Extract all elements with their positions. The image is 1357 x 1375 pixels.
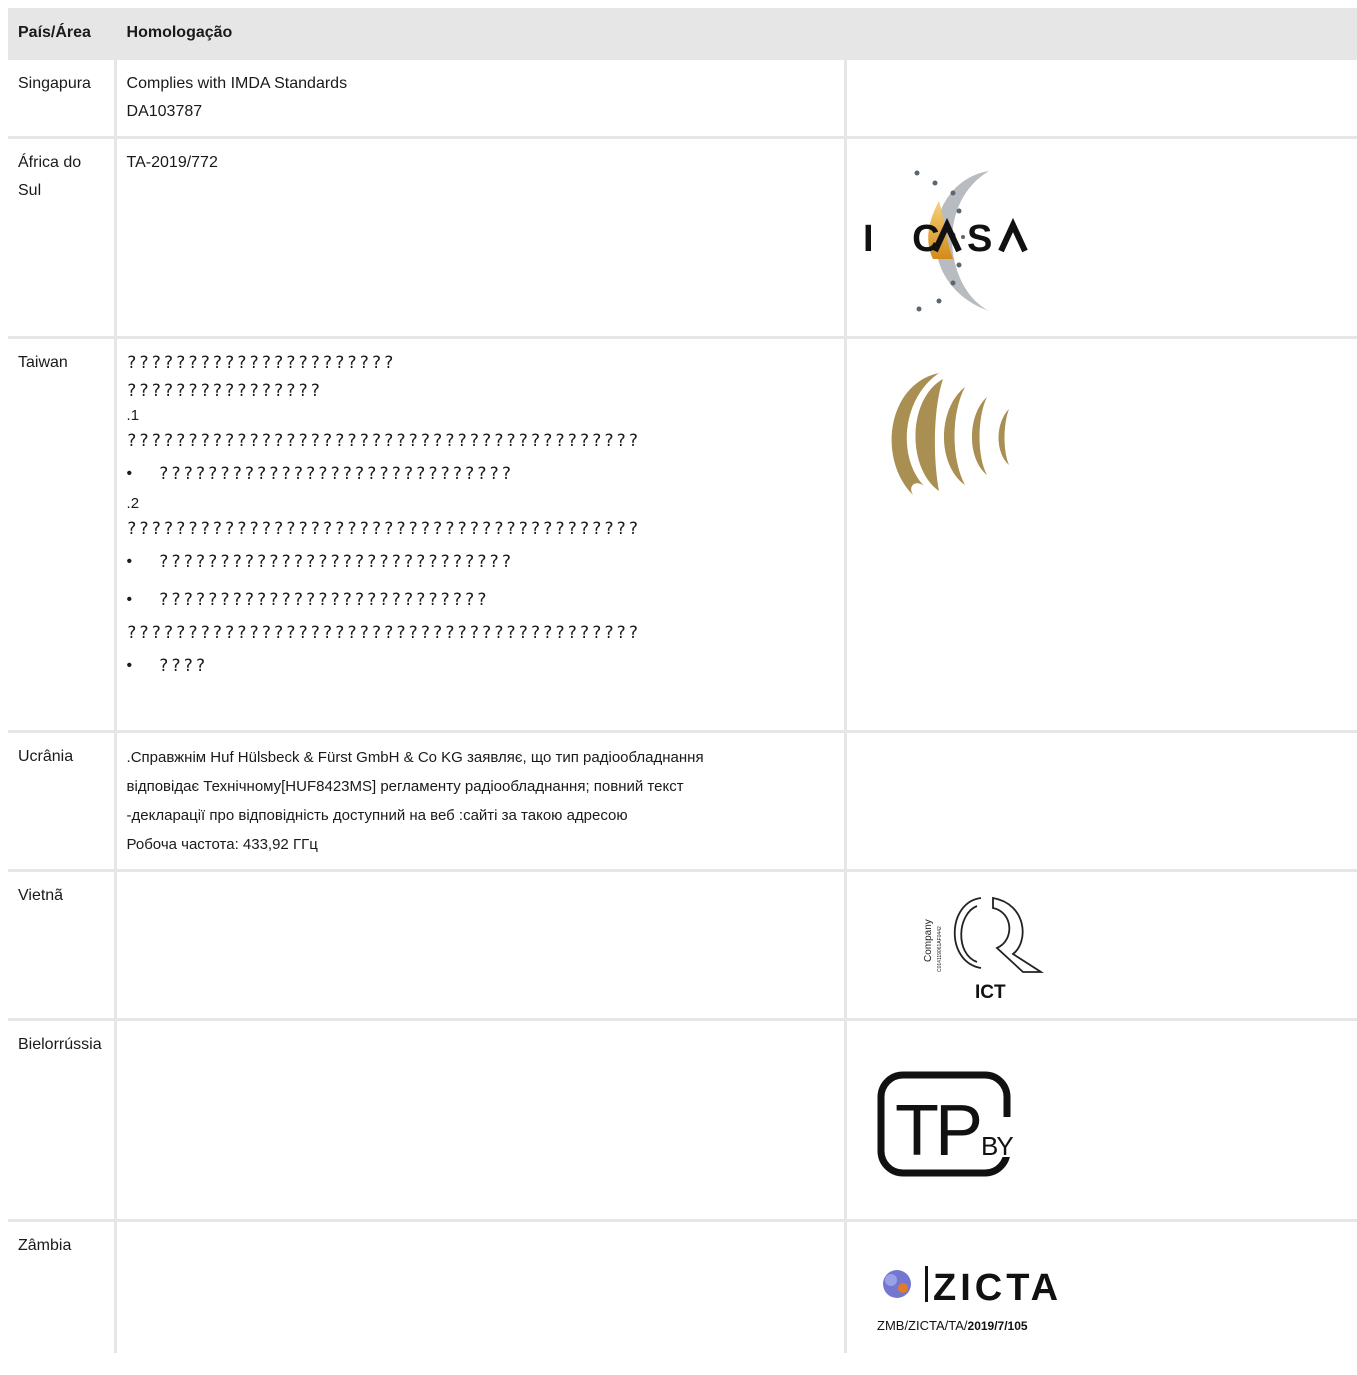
logo-cell: TP BY xyxy=(846,1021,1357,1219)
homologation-table: País/Área Homologação Singapura Complies… xyxy=(5,5,1357,1375)
zicta-logo: ZICTA ZMB/ZICTA/TA/2019/7/105 xyxy=(877,1266,1062,1333)
ict-text: ICT xyxy=(975,982,1006,1003)
homologation-text-cell xyxy=(116,872,844,1018)
ict-logo: Company C014119061AF0442 ICT xyxy=(923,896,1044,1003)
country-cell: África do Sul xyxy=(8,139,114,336)
text-line: DA103787 xyxy=(126,103,203,120)
document-page: País/Área Homologação Singapura Complies… xyxy=(8,8,1357,1372)
tpby-sub: BY xyxy=(981,1131,1013,1161)
text-line: -декларації про відповідність доступний … xyxy=(126,807,628,824)
table-row: Vietnã Company C014119061AF0442 ICT xyxy=(8,872,1357,1018)
list-item: • ????????????????????????????? xyxy=(127,455,834,493)
logo-cell xyxy=(846,339,1357,730)
homologation-text-cell xyxy=(116,1021,844,1219)
table-row: Ucrânia .Справжнім Huf Hülsbeck & Fürst … xyxy=(8,733,1357,869)
text-line: ????????????????????????????????????????… xyxy=(126,431,641,451)
country-cell: Singapura xyxy=(8,60,114,136)
logo-cell: ZICTA ZMB/ZICTA/TA/2019/7/105 xyxy=(846,1222,1357,1372)
ict-side-text: Company xyxy=(923,919,934,962)
text-line: .2 xyxy=(126,495,140,512)
country-cell: Ucrânia xyxy=(8,733,114,869)
homologation-text-cell xyxy=(116,1222,844,1372)
text-line: ???????????????? xyxy=(126,381,323,401)
homologation-text-cell: .Справжнім Huf Hülsbeck & Fürst GmbH & C… xyxy=(116,733,844,869)
bullet-icon: • xyxy=(126,465,133,482)
text-line: ?????????????????????? xyxy=(126,353,396,373)
list-item-text: ???? xyxy=(158,656,208,676)
text-line: Робоча частота: 433,92 ГГц xyxy=(126,836,318,853)
text-line: TA-2019/772 xyxy=(126,154,218,171)
table-row: Taiwan ?????????????????????? ??????????… xyxy=(8,339,1357,730)
list-item-text: ??????????????????????????? xyxy=(158,590,489,610)
homologation-text-cell: Complies with IMDA Standards DA103787 xyxy=(116,60,844,136)
ict-code-text: C014119061AF0442 xyxy=(937,926,943,972)
table-row: Zâmbia ZICTA ZMB/ZICTA/TA/2019/7/105 xyxy=(8,1222,1357,1372)
text-line: .1 xyxy=(126,407,140,424)
country-cell: Bielorrússia xyxy=(8,1021,114,1219)
ncc-logo xyxy=(891,373,1009,495)
homologation-text-cell: ?????????????????????? ???????????????? … xyxy=(116,339,844,730)
logo-cell xyxy=(846,60,1357,136)
tpby-logo: TP BY xyxy=(877,1071,1015,1177)
text-line: Complies with IMDA Standards xyxy=(126,75,348,92)
homologation-text-cell: TA-2019/772 xyxy=(116,139,844,336)
zicta-caption-a: ZMB/ZICTA/TA/ xyxy=(877,1318,968,1333)
header-country: País/Área xyxy=(8,8,114,57)
text-line: відповідає Технічному[HUF8423MS] регламе… xyxy=(126,778,684,795)
table-row: Bielorrússia TP BY xyxy=(8,1021,1357,1219)
icasa-logo: I C S xyxy=(863,170,1028,312)
text-line: ????????????????????????????????????????… xyxy=(126,519,641,539)
list-item-text: ????????????????????????????? xyxy=(158,552,514,572)
country-cell: Zâmbia xyxy=(8,1222,114,1372)
list-item: • ????????????????????????????? xyxy=(127,543,834,581)
table-row: Singapura Complies with IMDA Standards D… xyxy=(8,60,1357,136)
svg-text:S: S xyxy=(967,218,992,260)
list-item-text: ????????????????????????????? xyxy=(158,464,514,484)
bullet-icon: • xyxy=(126,553,133,570)
logo-cell xyxy=(846,733,1357,869)
country-cell: Vietnã xyxy=(8,872,114,1018)
logo-cell: Company C014119061AF0442 ICT xyxy=(846,872,1357,1018)
table-header-row: País/Área Homologação xyxy=(8,8,1357,57)
list-item: • ??????????????????????????? xyxy=(127,581,834,619)
header-homologation: Homologação xyxy=(116,8,1357,57)
logo-cell: I C S xyxy=(846,139,1357,336)
zicta-text: ZICTA xyxy=(933,1267,1062,1309)
bullet-icon: • xyxy=(126,591,133,608)
tpby-text: TP xyxy=(895,1091,980,1171)
zicta-caption-b: 2019/7/105 xyxy=(967,1319,1027,1333)
text-line: .Справжнім Huf Hülsbeck & Fürst GmbH & C… xyxy=(126,749,704,766)
text-line: ????????????????????????????????????????… xyxy=(126,623,641,643)
country-cell: Taiwan xyxy=(8,339,114,730)
list-item: • ???? xyxy=(127,647,834,685)
svg-text:ZMB/ZICTA/TA/2019/7/105: ZMB/ZICTA/TA/2019/7/105 xyxy=(877,1318,1028,1333)
table-row: África do Sul TA-2019/772 I C S xyxy=(8,139,1357,336)
bullet-icon: • xyxy=(126,657,133,674)
